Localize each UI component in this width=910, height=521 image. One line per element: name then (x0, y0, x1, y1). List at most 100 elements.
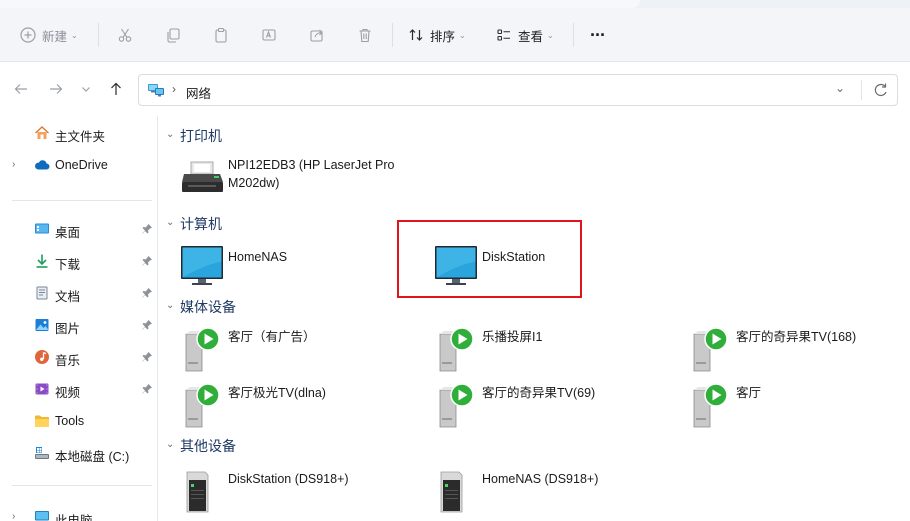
item-label: 客厅（有广告） (228, 330, 316, 344)
media-item[interactable]: 客厅的奇异果TV(168) (686, 324, 906, 374)
device-item-diskstation[interactable]: DiskStation (DS918+) (178, 466, 418, 516)
media-device-icon (439, 383, 474, 428)
pin-icon[interactable] (141, 319, 153, 331)
cloud-icon (35, 160, 50, 170)
sidebar-item-label: 主文件夹 (55, 130, 106, 144)
monitor-icon (181, 246, 223, 285)
picture-icon (35, 319, 49, 331)
group-header-other-devices[interactable]: ⌄ 其他设备 (160, 434, 460, 458)
more-options-button[interactable]: ··· (590, 8, 606, 62)
paste-button[interactable] (213, 8, 229, 62)
sidebar-item-videos[interactable]: 视频 (0, 375, 158, 403)
chevron-right-icon: › (172, 82, 176, 96)
pin-icon[interactable] (141, 351, 153, 363)
media-device-icon (439, 327, 474, 372)
pin-icon[interactable] (141, 255, 153, 267)
arrow-left-icon (14, 84, 27, 94)
media-item[interactable]: 客厅极光TV(dlna) (178, 380, 418, 430)
group-title: 打印机 (180, 128, 222, 144)
pin-icon[interactable] (141, 223, 153, 235)
sidebar-item-tools[interactable]: Tools (0, 407, 158, 435)
computer-item-homenas[interactable]: HomeNAS (178, 244, 378, 294)
address-bar[interactable]: › 网络 ⌄ (138, 74, 898, 106)
back-button[interactable] (13, 62, 29, 116)
chevron-down-icon (82, 87, 90, 92)
divider (12, 200, 152, 201)
file-list: ⌄ 打印机 NPI12EDB3 (HP LaserJet Pro M202dw) … (160, 116, 910, 521)
delete-button[interactable] (357, 8, 373, 62)
network-icon (148, 84, 164, 97)
pin-icon[interactable] (141, 287, 153, 299)
sidebar-item-onedrive[interactable]: › OneDrive (0, 151, 158, 179)
sidebar-item-documents[interactable]: 文档 (0, 279, 158, 307)
copy-icon (167, 28, 180, 43)
sidebar-item-this-pc[interactable]: › 此电脑 (0, 503, 158, 521)
chevron-down-icon: ⌄ (166, 439, 175, 450)
chevron-down-icon: ⌄ (547, 30, 554, 40)
sidebar-item-pictures[interactable]: 图片 (0, 311, 158, 339)
document-icon (36, 286, 48, 300)
device-item-homenas[interactable]: HomeNAS (DS918+) (432, 466, 672, 516)
sort-icon (409, 29, 423, 41)
item-label: HomeNAS (DS918+) (482, 472, 599, 486)
media-device-icon (185, 327, 220, 372)
rename-icon (262, 29, 276, 41)
media-device-icon (185, 383, 220, 428)
refresh-icon[interactable] (871, 80, 891, 100)
sidebar-item-music[interactable]: 音乐 (0, 343, 158, 371)
recent-locations-button[interactable] (79, 62, 93, 116)
item-label: DiskStation (DS918+) (228, 472, 349, 486)
clipboard-icon (215, 27, 227, 43)
up-button[interactable] (108, 62, 124, 116)
group-header-printers[interactable]: ⌄ 打印机 (160, 124, 460, 148)
media-item[interactable]: 客厅（有广告） (178, 324, 418, 374)
music-icon (35, 350, 49, 364)
share-button[interactable] (309, 8, 325, 62)
copy-button[interactable] (165, 8, 181, 62)
item-label: HomeNAS (228, 250, 288, 264)
view-button[interactable]: 查看 ⌄ (496, 8, 554, 62)
item-label: NPI12EDB3 (HP LaserJet Pro M202dw) (228, 158, 395, 190)
sidebar-item-label: 视频 (55, 386, 81, 400)
cut-button[interactable] (117, 8, 133, 62)
navigation-bar: › 网络 ⌄ (0, 62, 910, 116)
share-icon (310, 29, 323, 42)
new-button[interactable]: 新建 ⌄ (20, 8, 78, 62)
item-label: 客厅 (736, 386, 762, 400)
sort-button[interactable]: 排序 ⌄ (408, 8, 466, 62)
media-item[interactable]: 乐播投屏I1 (432, 324, 672, 374)
sidebar-item-label: 文档 (55, 290, 81, 304)
pin-icon[interactable] (141, 383, 153, 395)
home-icon (35, 126, 49, 139)
chevron-down-icon: ⌄ (166, 300, 175, 311)
chevron-down-icon: ⌄ (459, 30, 466, 40)
item-label: 客厅的奇异果TV(168) (736, 330, 857, 344)
group-header-media[interactable]: ⌄ 媒体设备 (160, 295, 460, 319)
trash-icon (359, 28, 371, 43)
group-title: 媒体设备 (180, 299, 236, 315)
sidebar-item-desktop[interactable]: 桌面 (0, 215, 158, 243)
highlight-box (397, 220, 582, 298)
sidebar-item-label: 音乐 (55, 354, 81, 368)
expand-chevron-icon[interactable]: › (12, 511, 15, 521)
sidebar-item-home[interactable]: 主文件夹 (0, 119, 158, 147)
rename-button[interactable] (261, 8, 277, 62)
expand-chevron-icon[interactable]: › (12, 159, 15, 170)
divider (573, 23, 574, 47)
address-dropdown-icon[interactable]: ⌄ (835, 81, 845, 95)
sidebar-item-local-disk[interactable]: 本地磁盘 (C:) (0, 439, 158, 467)
printer-item[interactable]: NPI12EDB3 (HP LaserJet Pro M202dw) (178, 152, 418, 202)
media-device-icon (693, 327, 728, 372)
folder-icon (35, 415, 49, 427)
media-device-icon (693, 383, 728, 428)
media-item[interactable]: 客厅的奇异果TV(69) (432, 380, 672, 430)
breadcrumb-network[interactable]: 网络 (186, 83, 211, 102)
chevron-down-icon: ⌄ (166, 217, 175, 228)
forward-button[interactable] (48, 62, 64, 116)
sidebar-item-label: OneDrive (55, 158, 108, 172)
sidebar-item-label: 下载 (55, 258, 81, 272)
download-icon (36, 254, 48, 268)
arrow-up-icon (111, 82, 121, 95)
media-item[interactable]: 客厅 (686, 380, 906, 430)
sidebar-item-downloads[interactable]: 下载 (0, 247, 158, 275)
